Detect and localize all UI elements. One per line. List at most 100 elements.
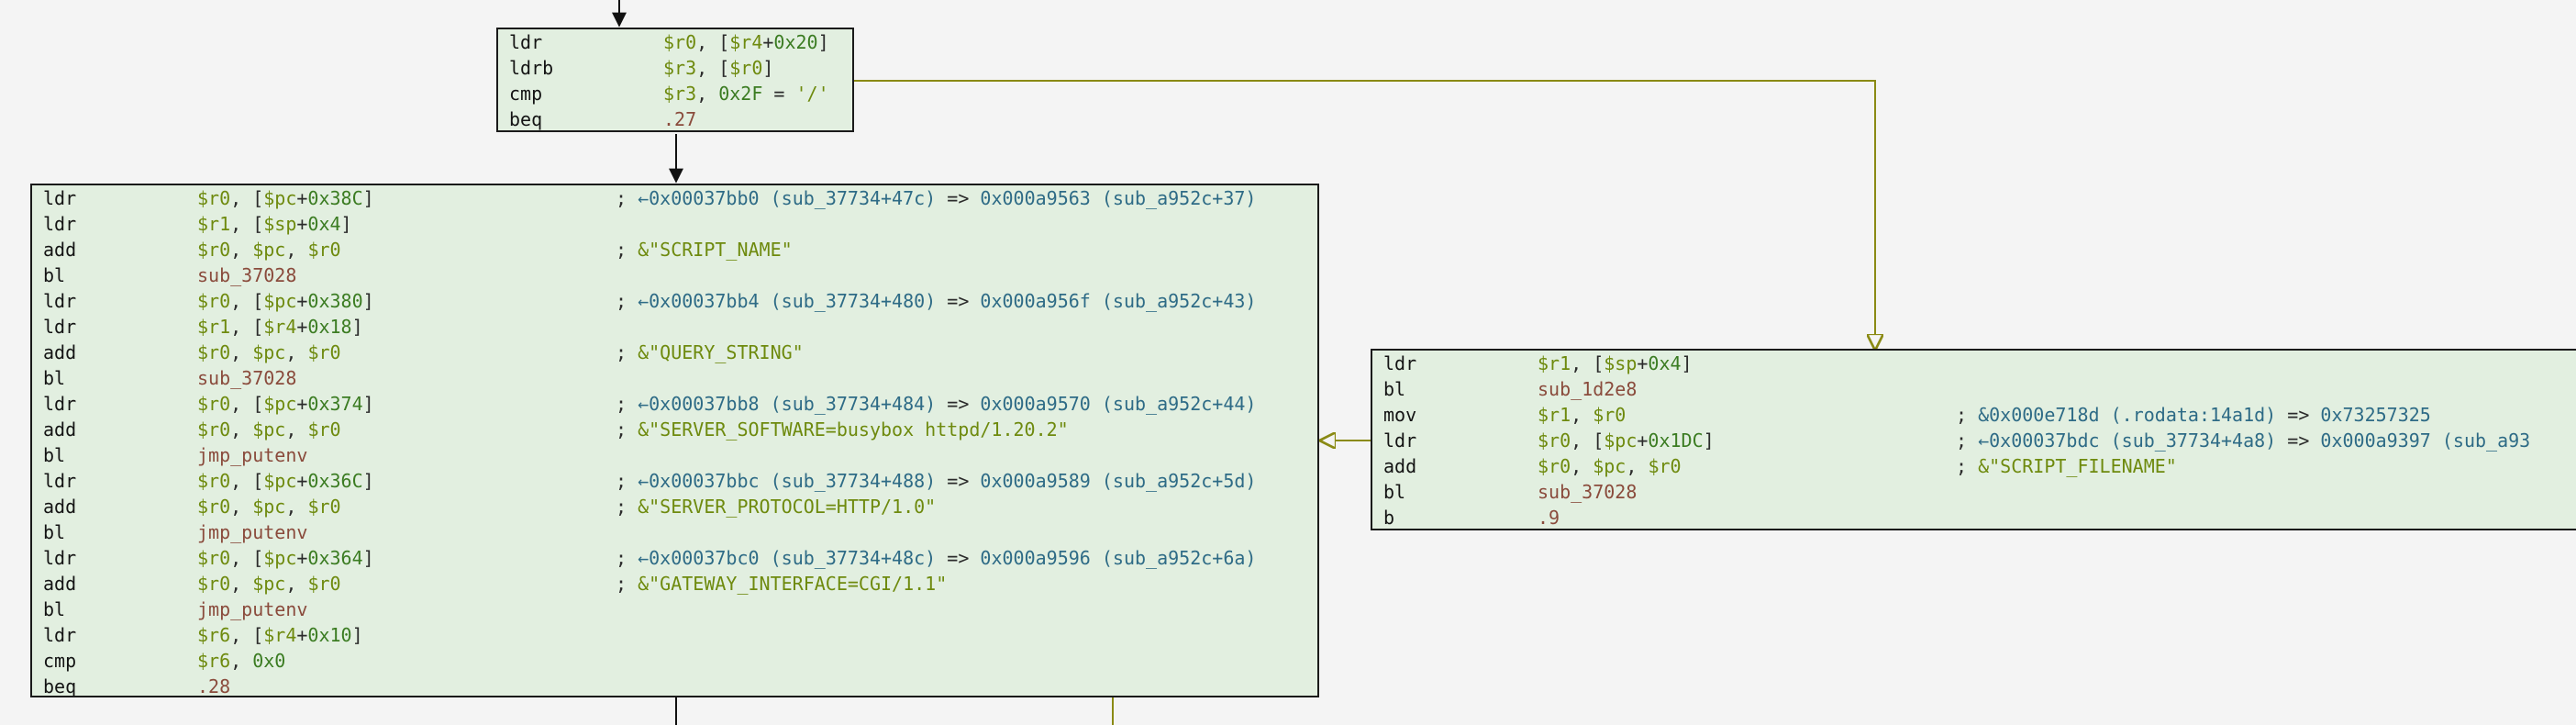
comment-token xyxy=(2309,404,2320,426)
operand-token: , xyxy=(230,496,253,518)
comment-token: 0x000a9570 xyxy=(980,393,1091,415)
mnemonic: b xyxy=(1383,507,1395,529)
operand-token: ] xyxy=(362,187,374,209)
mnemonic: ldr xyxy=(43,213,77,235)
comment-token: ← xyxy=(638,470,650,492)
comment-token xyxy=(2100,429,2111,452)
comment-delimiter: ; xyxy=(1956,455,1979,477)
operand-token: $r6 xyxy=(197,650,231,672)
operand-token: $r0 xyxy=(1538,455,1571,477)
mnemonic: bl xyxy=(43,598,66,620)
comment-token: => xyxy=(2287,404,2310,426)
comment: ; ←0x00037bb8 (sub_37734+484) => 0x000a9… xyxy=(616,391,1256,417)
comment-token: (sub_37734+48c) xyxy=(770,547,937,569)
operand-token: $r0 xyxy=(307,573,341,595)
comment-token xyxy=(936,393,947,415)
operand-token: $pc xyxy=(263,393,297,415)
operand-token: , [ xyxy=(230,547,264,569)
comment-token: 0x000a956f xyxy=(980,290,1091,312)
operand-token: $r0 xyxy=(1648,455,1682,477)
operand-token: , xyxy=(230,650,253,672)
operand-token: jmp_putenv xyxy=(197,521,308,543)
operand-token: $r0 xyxy=(307,239,341,261)
comment-token: &"SERVER_PROTOCOL=HTTP/1.0" xyxy=(638,496,937,518)
operands: jmp_putenv xyxy=(197,519,307,545)
operand-token: $r0 xyxy=(307,418,341,441)
operands: sub_37028 xyxy=(197,262,296,288)
operand-token: $pc xyxy=(252,418,286,441)
operand-token: ] xyxy=(1681,352,1693,374)
mnemonic: add xyxy=(43,341,77,363)
comment-token: (sub_a952c+37) xyxy=(1101,187,1257,209)
comment-token: ← xyxy=(638,290,650,312)
comment-token: 0x00037bdc xyxy=(1989,429,2100,452)
comment-token xyxy=(2276,429,2287,452)
comment-token: ← xyxy=(638,187,650,209)
mnemonic: add xyxy=(43,418,77,441)
mnemonic: ldrb xyxy=(509,57,554,79)
operands: $r6, [$r4+0x10] xyxy=(197,622,363,648)
operands: $r3, 0x2F = '/' xyxy=(663,81,829,106)
operand-token: sub_37028 xyxy=(197,264,297,286)
operand-token: + xyxy=(296,547,308,569)
mnemonic: beq xyxy=(43,675,77,697)
comment-token xyxy=(760,187,771,209)
comment: ; ←0x00037bbc (sub_37734+488) => 0x000a9… xyxy=(616,468,1256,494)
operand-token: $pc xyxy=(263,187,297,209)
comment: ; ←0x00037bdc (sub_37734+4a8) => 0x000a9… xyxy=(1956,428,2530,453)
operand-token: $r1 xyxy=(197,316,231,338)
comment-delimiter: ; xyxy=(1956,404,1979,426)
comment-delimiter: ; xyxy=(616,496,638,518)
operand-token: , xyxy=(696,83,719,105)
comment-delimiter: ; xyxy=(616,547,638,569)
operand-token: $r0 xyxy=(197,470,231,492)
operand-token: ] xyxy=(817,31,829,53)
comment: ; &"SCRIPT_FILENAME" xyxy=(1956,453,2177,479)
operand-token: $r0 xyxy=(307,496,341,518)
mnemonic: ldr xyxy=(43,624,77,646)
basic-block-right[interactable]: ldr $r1, [$sp+0x4] bl sub_1d2e8 mov $r1, $r0;… xyxy=(1371,349,2576,530)
comment-token: 0x00037bb4 xyxy=(649,290,760,312)
operand-token: 0x10 xyxy=(307,624,352,646)
mnemonic: ldr xyxy=(43,316,77,338)
comment-token: (sub_a952c+6a) xyxy=(1101,547,1257,569)
mnemonic: add xyxy=(43,496,77,518)
comment-delimiter: ; xyxy=(616,393,638,415)
comment-token: 0x00037bb0 xyxy=(649,187,760,209)
comment-token: (sub_a952c+44) xyxy=(1101,393,1257,415)
operand-token: , [ xyxy=(230,213,264,235)
operands: $r1, [$sp+0x4] xyxy=(1538,351,1693,376)
operand-token: $r4 xyxy=(263,624,297,646)
comment-token: ← xyxy=(638,393,650,415)
comment-token xyxy=(760,290,771,312)
comment-token: (sub_37734+480) xyxy=(770,290,937,312)
mnemonic: bl xyxy=(43,444,66,466)
comment-delimiter: ; xyxy=(616,573,638,595)
operand-token: , [ xyxy=(230,290,264,312)
operand-token: jmp_putenv xyxy=(197,598,308,620)
comment-token xyxy=(936,470,947,492)
operand-token: $r3 xyxy=(663,57,697,79)
comment-token: &"QUERY_STRING" xyxy=(638,341,804,363)
operand-token: $sp xyxy=(263,213,297,235)
operand-token: $r1 xyxy=(197,213,231,235)
operands: $r0, $pc, $r0 xyxy=(197,417,341,442)
comment-token xyxy=(2431,429,2442,452)
operands: .9 xyxy=(1538,505,1560,529)
operand-token: + xyxy=(296,316,308,338)
basic-block-left[interactable]: ldr $r0, [$pc+0x38C]; ←0x00037bb0 (sub_37… xyxy=(30,184,1319,697)
comment-token: (sub_37734+47c) xyxy=(770,187,937,209)
basic-block-top[interactable]: ldr $r0, [$r4+0x20] ldrb $r3, [$r0] cmp $r3, … xyxy=(496,28,854,132)
operand-token: , [ xyxy=(1571,429,1604,452)
operands: $r0, $pc, $r0 xyxy=(197,571,341,597)
operand-token: $pc xyxy=(263,470,297,492)
mnemonic: bl xyxy=(43,521,66,543)
mnemonic: ldr xyxy=(1383,352,1417,374)
mnemonic: ldr xyxy=(43,470,77,492)
operands: $r1, [$sp+0x4] xyxy=(197,211,352,237)
operand-token: , xyxy=(1571,404,1593,426)
operand-token: sub_1d2e8 xyxy=(1538,378,1638,400)
comment-token xyxy=(1091,470,1102,492)
operand-token: , [ xyxy=(230,316,264,338)
mnemonic: beq xyxy=(509,108,543,130)
